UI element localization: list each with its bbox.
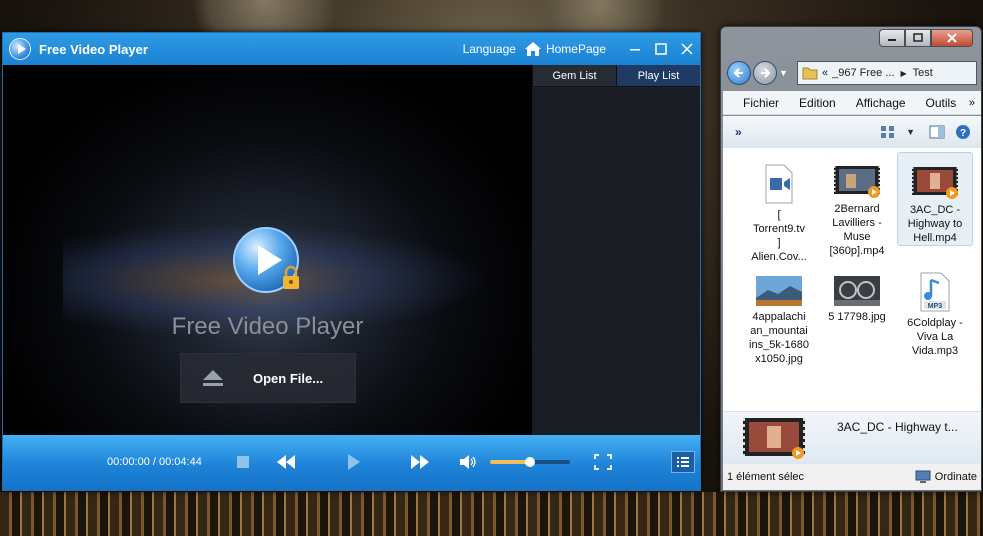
file-item[interactable]: 5 17798.jpg [819, 270, 895, 324]
playlist-toggle-button[interactable] [671, 451, 695, 473]
recent-pages-dropdown[interactable]: ▼ [779, 68, 788, 78]
minimize-icon [630, 49, 640, 51]
close-icon [947, 33, 957, 43]
svg-text:MP3: MP3 [928, 303, 943, 310]
app-logo-icon [9, 38, 31, 60]
menu-affichage[interactable]: Affichage [856, 96, 906, 110]
tab-play-list[interactable]: Play List [616, 65, 700, 86]
file-name: 3AC_DC - Highway to Hell.mp4 [907, 204, 963, 244]
computer-icon [915, 470, 931, 483]
command-bar: » ▼ ? [723, 116, 981, 148]
view-options-dropdown[interactable]: ▼ [906, 127, 915, 137]
fullscreen-icon[interactable] [593, 453, 613, 471]
minimize-button[interactable] [622, 38, 648, 60]
back-button[interactable] [727, 61, 751, 85]
svg-text:?: ? [960, 128, 966, 139]
breadcrumb-parent[interactable]: _967 Free ... [832, 67, 894, 79]
status-bar: 1 élément sélec Ordinate [723, 464, 981, 490]
address-bar[interactable]: « _967 Free ... ▶ Test [797, 61, 977, 85]
location-status: Ordinate [934, 471, 977, 483]
lock-icon [283, 265, 299, 289]
menu-outils[interactable]: Outils [926, 96, 957, 110]
open-file-label: Open File... [253, 370, 324, 386]
rewind-icon[interactable] [275, 453, 297, 471]
details-pane: 3AC_DC - Highway t... [723, 412, 981, 464]
file-item[interactable]: MP3 6Coldplay - Viva La Vida.mp3 [897, 266, 973, 358]
file-item[interactable]: 4appalachi an_mountai ins_5k-1680 x1050.jp… [741, 270, 817, 366]
file-name: 5 17798.jpg [828, 311, 886, 323]
fast-forward-icon[interactable] [409, 453, 431, 471]
back-arrow-icon [733, 68, 743, 78]
list-icon [677, 457, 689, 467]
open-file-button[interactable]: Open File... [180, 353, 356, 403]
forward-button[interactable] [753, 61, 777, 85]
explorer-close-button[interactable] [931, 29, 973, 47]
volume-icon[interactable] [458, 453, 478, 471]
close-button[interactable] [674, 38, 700, 60]
close-icon [681, 43, 693, 55]
video-player-window: Free Video Player Language HomePage Free… [2, 32, 701, 491]
maximize-button[interactable] [648, 38, 674, 60]
mp3-file-icon: MP3 [920, 272, 950, 312]
minimize-icon [888, 39, 896, 41]
image-thumb-icon [834, 276, 880, 306]
forward-arrow-icon [761, 68, 771, 78]
volume-slider[interactable] [490, 457, 570, 467]
file-item[interactable]: [Torrent9.tv ] Alien.Cov... [741, 158, 817, 264]
language-menu[interactable]: Language [463, 42, 516, 56]
selection-status: 1 élément sélec [727, 471, 805, 483]
playlist-body[interactable] [532, 88, 700, 435]
file-item[interactable]: 2Bernard Lavilliers - Muse [360p].mp4 [819, 158, 895, 258]
file-name: [Torrent9.tv ] Alien.Cov... [751, 209, 807, 263]
volume-knob[interactable] [525, 457, 535, 467]
volume-level [490, 460, 530, 464]
file-item-selected[interactable]: 3AC_DC - Highway to Hell.mp4 [897, 152, 973, 246]
title-bar: Free Video Player Language HomePage [3, 33, 700, 65]
file-list: [Torrent9.tv ] Alien.Cov... 2Bernard Lavil… [723, 148, 981, 412]
change-view-icon[interactable] [880, 124, 896, 140]
breadcrumb-overflow[interactable]: « [822, 67, 828, 79]
help-icon[interactable]: ? [955, 124, 971, 140]
maximize-icon [913, 33, 923, 42]
eject-icon [203, 370, 223, 386]
folder-icon [802, 67, 818, 80]
play-icon[interactable] [343, 453, 363, 471]
menu-bar: Fichier Edition Affichage Outils » [723, 91, 981, 115]
video-thumb-icon [912, 167, 958, 199]
explorer-maximize-button[interactable] [905, 29, 931, 47]
menu-edition[interactable]: Edition [799, 96, 836, 110]
playlist-tabs: Gem List Play List [532, 65, 700, 87]
video-file-icon [765, 164, 793, 204]
image-thumb-icon [756, 276, 802, 306]
explorer-window: ▼ « _967 Free ... ▶ Test Fichier Edition… [720, 26, 982, 492]
selected-file-name: 3AC_DC - Highway t... [837, 420, 958, 434]
toolbar-overflow-icon[interactable]: » [735, 125, 742, 139]
video-thumb-icon [743, 418, 805, 459]
maximize-icon [655, 43, 667, 55]
video-thumb-icon [834, 166, 880, 198]
file-name: 2Bernard Lavilliers - Muse [360p].mp4 [829, 203, 885, 257]
time-display: 00:00:00 / 00:04:44 [107, 456, 202, 468]
menu-fichier[interactable]: Fichier [743, 96, 779, 110]
desktop-wallpaper-bookshelves [0, 492, 983, 536]
tab-gem-list[interactable]: Gem List [532, 65, 616, 86]
control-bar: 00:00:00 / 00:04:44 [3, 435, 700, 490]
breadcrumb-current[interactable]: Test [913, 67, 933, 79]
stop-icon[interactable] [233, 453, 253, 471]
explorer-minimize-button[interactable] [879, 29, 905, 47]
video-display[interactable]: Free Video Player Open File... [3, 65, 532, 435]
player-caption: Free Video Player [171, 313, 364, 340]
home-icon[interactable] [524, 41, 542, 57]
menu-overflow-icon[interactable]: » [969, 97, 975, 109]
app-title: Free Video Player [39, 41, 148, 57]
preview-pane-icon[interactable] [929, 124, 945, 140]
explorer-caption-buttons [879, 29, 973, 47]
navigation-buttons: ▼ [727, 61, 788, 85]
file-name: 6Coldplay - Viva La Vida.mp3 [907, 317, 963, 357]
file-name: 4appalachi an_mountai ins_5k-1680 x1050.jp… [749, 311, 809, 365]
homepage-link[interactable]: HomePage [546, 42, 606, 56]
breadcrumb-separator-icon[interactable]: ▶ [901, 69, 907, 78]
playlist-panel: Gem List Play List [532, 65, 700, 435]
